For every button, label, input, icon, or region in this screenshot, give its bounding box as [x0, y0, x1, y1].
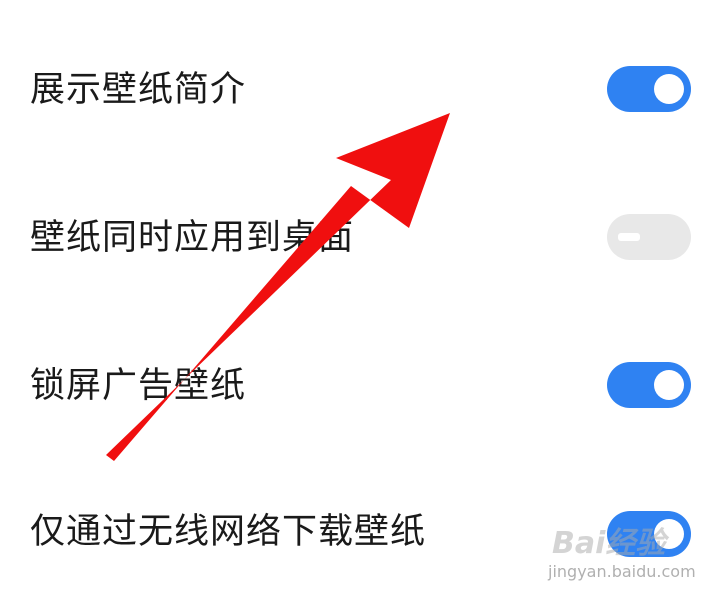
- setting-label: 仅通过无线网络下载壁纸: [30, 512, 427, 552]
- setting-label: 壁纸同时应用到桌面: [30, 218, 355, 258]
- toggle-switch[interactable]: [607, 66, 691, 112]
- watermark-url: jingyan.baidu.com: [548, 562, 696, 581]
- setting-label: 展示壁纸简介: [30, 70, 247, 110]
- watermark-logo: Bai经验: [552, 526, 666, 561]
- setting-label: 锁屏广告壁纸: [30, 366, 247, 406]
- toggle-knob: [654, 74, 684, 104]
- setting-row-show-wallpaper-intro[interactable]: 展示壁纸简介: [0, 40, 714, 140]
- setting-row-lockscreen-ad-wallpaper[interactable]: 锁屏广告壁纸: [0, 340, 714, 440]
- toggle-knob: [654, 370, 684, 400]
- toggle-switch[interactable]: [607, 362, 691, 408]
- watermark: Bai经验 jingyan.baidu.com: [548, 518, 708, 588]
- toggle-switch[interactable]: [607, 214, 691, 260]
- toggle-knob: [618, 233, 640, 241]
- setting-row-apply-wallpaper-to-desktop[interactable]: 壁纸同时应用到桌面: [0, 190, 714, 290]
